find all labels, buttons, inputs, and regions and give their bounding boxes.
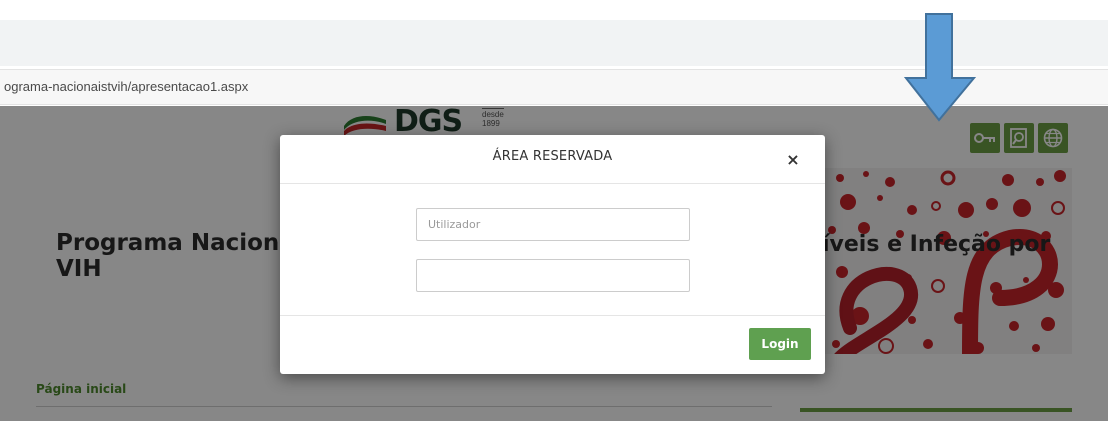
close-icon[interactable]: × (783, 150, 803, 170)
arrow-down-icon (904, 13, 976, 122)
login-button[interactable]: Login (749, 328, 811, 360)
username-input[interactable] (416, 208, 690, 241)
password-input[interactable] (416, 259, 690, 292)
url-text: ograma-nacionaistvih/apresentacao1.aspx (4, 79, 249, 94)
modal-title: ÁREA RESERVADA (492, 149, 613, 164)
modal-footer-divider (280, 315, 825, 316)
screenshot-root: ograma-nacionaistvih/apresentacao1.aspx … (0, 0, 1108, 421)
login-modal: ÁREA RESERVADA × Login (280, 135, 825, 374)
modal-header: ÁREA RESERVADA × (280, 135, 825, 184)
